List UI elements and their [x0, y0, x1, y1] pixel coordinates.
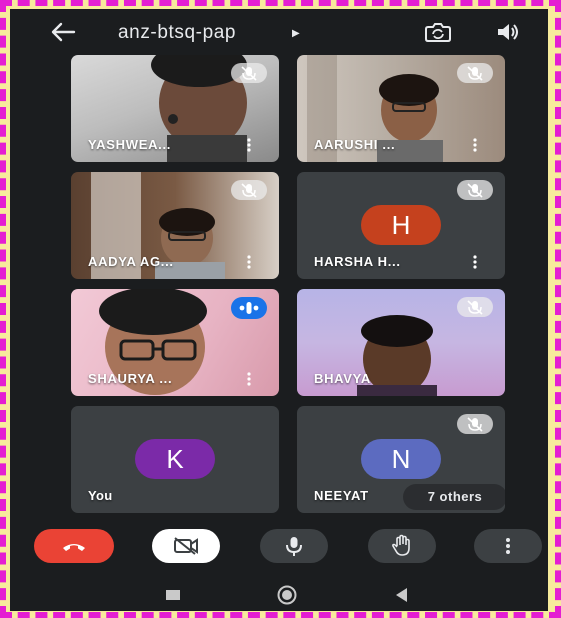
end-call-button[interactable] — [34, 529, 114, 563]
participant-tile[interactable]: N NEEYAT 7 others — [297, 406, 505, 513]
top-bar: anz-btsq-pap ▶ — [10, 9, 548, 55]
speaking-indicator-icon — [231, 297, 267, 319]
more-vert-icon[interactable] — [247, 372, 251, 386]
participant-name: AARUSHI ... — [314, 137, 396, 152]
more-vert-icon[interactable] — [473, 138, 477, 152]
camera-off-icon — [174, 537, 198, 555]
more-vert-icon[interactable] — [473, 255, 477, 269]
home-icon[interactable] — [275, 585, 299, 605]
participant-tile[interactable]: AADYA AG... — [71, 172, 279, 279]
recents-icon[interactable] — [165, 587, 181, 603]
phone-hangup-icon — [63, 544, 85, 551]
more-options-button[interactable] — [474, 529, 542, 563]
self-tile[interactable]: K You — [71, 406, 279, 513]
meeting-title[interactable]: anz-btsq-pap — [118, 22, 236, 44]
participant-tile[interactable]: BHAVYA — [297, 289, 505, 396]
participant-tile[interactable]: SHAURYA ... — [71, 289, 279, 396]
microphone-button[interactable] — [260, 529, 328, 563]
more-vert-icon[interactable] — [247, 138, 251, 152]
caret-right-icon[interactable]: ▶ — [292, 28, 300, 39]
raise-hand-button[interactable] — [368, 529, 436, 563]
participant-name: HARSHA H... — [314, 254, 401, 269]
participant-name: NEEYAT — [314, 488, 369, 503]
participant-tile[interactable]: H HARSHA H... — [297, 172, 505, 279]
system-nav-bar — [10, 581, 548, 611]
avatar: N — [361, 439, 441, 479]
participant-name: SHAURYA ... — [88, 371, 173, 386]
mic-muted-icon — [457, 63, 493, 83]
avatar: H — [361, 205, 441, 245]
meet-screen: anz-btsq-pap ▶ YASHWEA... AARUSHI ... AA… — [10, 9, 548, 611]
mic-muted-icon — [457, 414, 493, 434]
mic-muted-icon — [231, 180, 267, 200]
avatar: K — [135, 439, 215, 479]
more-vert-icon[interactable] — [247, 255, 251, 269]
call-controls — [10, 529, 548, 573]
back-arrow-icon[interactable] — [48, 19, 78, 45]
microphone-icon — [286, 537, 302, 556]
participant-name: BHAVYA — [314, 371, 371, 386]
mic-muted-icon — [457, 180, 493, 200]
participant-tile[interactable]: AARUSHI ... — [297, 55, 505, 162]
mic-muted-icon — [457, 297, 493, 317]
raise-hand-icon — [392, 534, 410, 556]
switch-camera-icon[interactable] — [424, 21, 452, 43]
participant-name: YASHWEA... — [88, 137, 172, 152]
speaker-icon[interactable] — [494, 21, 522, 43]
participant-tile[interactable]: YASHWEA... — [71, 55, 279, 162]
mic-muted-icon — [231, 63, 267, 83]
back-nav-icon[interactable] — [393, 587, 409, 603]
camera-toggle-button[interactable] — [152, 529, 220, 563]
more-vert-icon — [506, 538, 510, 554]
participant-name: AADYA AG... — [88, 254, 174, 269]
participant-name: You — [88, 488, 113, 503]
others-count-chip[interactable]: 7 others — [403, 484, 505, 510]
